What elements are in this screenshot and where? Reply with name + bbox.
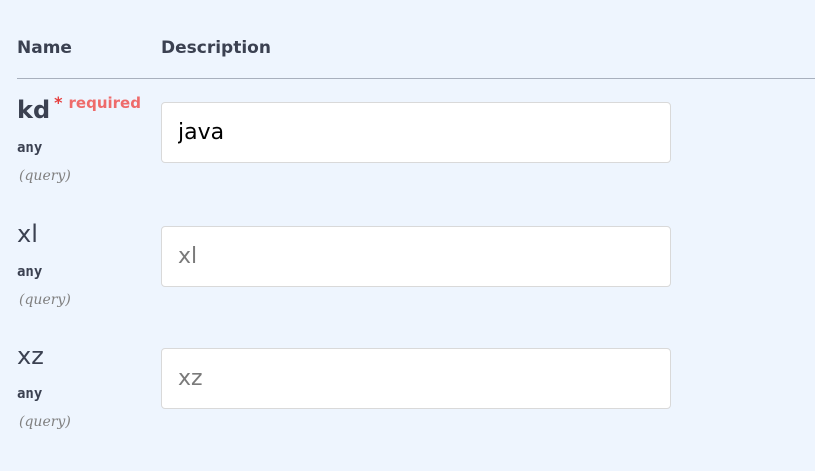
parameter-name: kd * required [17,93,141,124]
parameter-type: any [17,140,43,156]
parameter-row-kd: kd * required any (query) [17,93,815,206]
xl-input[interactable] [161,226,671,287]
parameter-location: (query) [19,168,71,184]
parameters-table-header: Name Description [17,0,815,79]
parameter-type: any [17,386,43,402]
parameter-location: (query) [19,414,71,430]
parameter-row-xz: xz any (query) [17,342,815,452]
parameter-name: xl [17,220,38,248]
required-label: required [68,94,141,112]
name-column-header: Name [17,38,72,58]
parameter-row-xl: xl any (query) [17,220,815,330]
kd-input[interactable] [161,102,671,163]
required-star: * [54,93,63,112]
description-column-header: Description [161,38,271,58]
parameter-name: xz [17,342,44,370]
parameter-type: any [17,264,43,280]
xz-input[interactable] [161,348,671,409]
parameter-name-text: kd [17,96,51,124]
parameter-location: (query) [19,292,71,308]
